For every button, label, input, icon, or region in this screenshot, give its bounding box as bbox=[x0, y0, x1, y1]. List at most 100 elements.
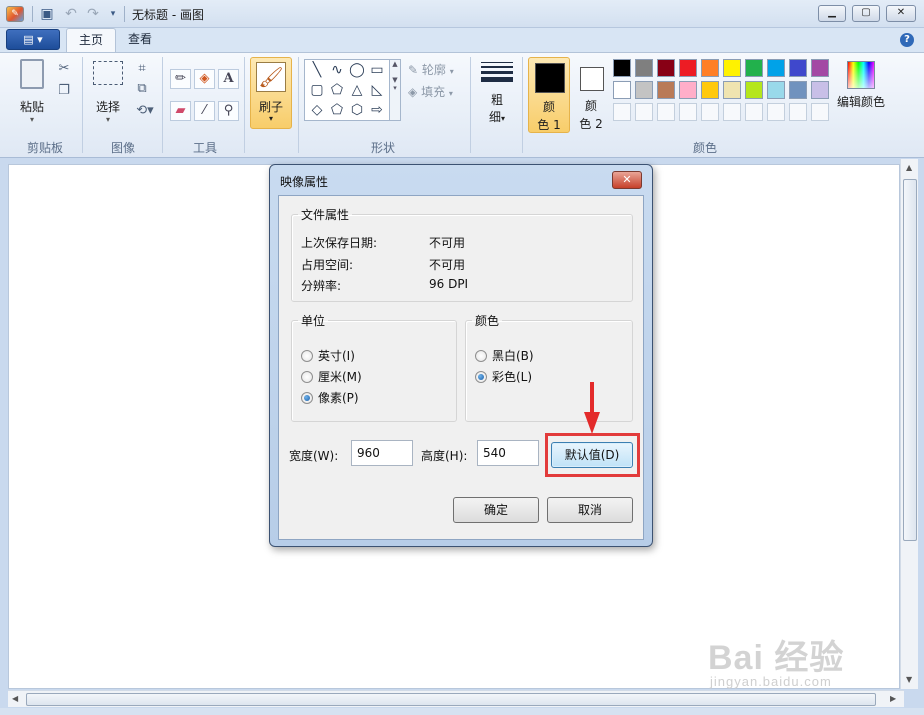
color1-button[interactable]: 颜 色 1 bbox=[528, 57, 570, 133]
palette-swatch[interactable] bbox=[701, 59, 719, 77]
oval-shape-icon[interactable]: ◯ bbox=[347, 61, 367, 79]
palette-swatch[interactable] bbox=[789, 81, 807, 99]
scroll-left-icon[interactable]: ◀ bbox=[12, 694, 18, 703]
palette-swatch[interactable] bbox=[767, 81, 785, 99]
select-button[interactable]: 选择 ▾ bbox=[90, 61, 126, 124]
rounded-rect-shape-icon[interactable]: ▢ bbox=[307, 81, 327, 99]
radio-pixels[interactable]: 像素(P) bbox=[301, 389, 359, 406]
width-input[interactable]: 960 bbox=[351, 440, 413, 466]
palette-empty-slot[interactable] bbox=[613, 103, 631, 121]
radio-color[interactable]: 彩色(L) bbox=[475, 368, 532, 385]
radio-indicator[interactable] bbox=[301, 370, 313, 383]
color-picker-icon[interactable]: ⁄ bbox=[194, 101, 215, 121]
copy-icon[interactable]: ❐ bbox=[54, 81, 74, 101]
palette-swatch[interactable] bbox=[723, 59, 741, 77]
palette-empty-slot[interactable] bbox=[679, 103, 697, 121]
customize-dropdown-icon[interactable]: ▾ bbox=[104, 5, 122, 23]
resize-icon[interactable]: ⧉ bbox=[132, 79, 152, 99]
radio-inches[interactable]: 英寸(I) bbox=[301, 347, 355, 364]
right-triangle-shape-icon[interactable]: ◺ bbox=[367, 81, 387, 99]
file-menu-button[interactable]: ▤ ▾ bbox=[6, 29, 60, 50]
edit-colors-button[interactable]: 编辑颜色 bbox=[836, 57, 886, 110]
height-input[interactable]: 540 bbox=[477, 440, 539, 466]
shapes-group-label: 形状 bbox=[370, 141, 395, 155]
radio-indicator[interactable] bbox=[475, 349, 487, 362]
dialog-close-button[interactable]: ✕ bbox=[612, 171, 642, 189]
undo-icon[interactable]: ↶ bbox=[62, 5, 80, 23]
curve-shape-icon[interactable]: ∿ bbox=[327, 61, 347, 79]
ok-button[interactable]: 确定 bbox=[453, 497, 539, 523]
color2-button[interactable]: 颜 色 2 bbox=[570, 57, 612, 133]
rotate-icon[interactable]: ⟲▾ bbox=[132, 101, 158, 121]
palette-empty-slot[interactable] bbox=[745, 103, 763, 121]
highlight-box bbox=[545, 433, 640, 477]
palette-swatch[interactable] bbox=[789, 59, 807, 77]
palette-swatch[interactable] bbox=[635, 81, 653, 99]
diamond-shape-icon[interactable]: ◇ bbox=[307, 101, 327, 119]
triangle-shape-icon[interactable]: △ bbox=[347, 81, 367, 99]
palette-empty-slot[interactable] bbox=[635, 103, 653, 121]
palette-swatch[interactable] bbox=[811, 81, 829, 99]
line-shape-icon[interactable]: ╲ bbox=[307, 61, 327, 79]
minimize-button[interactable]: ▁ bbox=[818, 5, 846, 22]
pentagon-shape-icon[interactable]: ⬠ bbox=[327, 101, 347, 119]
palette-swatch[interactable] bbox=[613, 59, 631, 77]
palette-swatch[interactable] bbox=[811, 59, 829, 77]
crop-icon[interactable]: ⌗ bbox=[132, 59, 152, 79]
paint-app-icon[interactable]: ✎ bbox=[6, 6, 24, 22]
tab-home[interactable]: 主页 bbox=[66, 28, 117, 52]
vertical-scroll-thumb[interactable] bbox=[903, 179, 917, 541]
redo-icon[interactable]: ↷ bbox=[84, 5, 102, 23]
palette-swatch[interactable] bbox=[701, 81, 719, 99]
hexagon-shape-icon[interactable]: ⬡ bbox=[347, 101, 367, 119]
close-button[interactable]: ✕ bbox=[886, 5, 916, 22]
text-tool-icon[interactable]: A bbox=[218, 69, 239, 89]
shapes-gallery: ╲ ∿ ◯ ▭ ▢ ⬠ △ ◺ ◇ ⬠ ⬡ ⇨ bbox=[304, 59, 390, 121]
palette-swatch[interactable] bbox=[679, 59, 697, 77]
scroll-up-icon[interactable]: ▲ bbox=[906, 163, 912, 172]
radio-centimeters[interactable]: 厘米(M) bbox=[301, 368, 362, 385]
rectangle-shape-icon[interactable]: ▭ bbox=[367, 61, 387, 79]
tab-view[interactable]: 查看 bbox=[116, 28, 164, 52]
eraser-icon[interactable]: ▰ bbox=[170, 101, 191, 121]
outline-button[interactable]: ✎ 轮廓 ▾ bbox=[408, 61, 454, 78]
cut-icon[interactable]: ✂ bbox=[54, 59, 74, 79]
palette-swatch[interactable] bbox=[657, 59, 675, 77]
group-separator bbox=[298, 57, 299, 153]
magnifier-icon[interactable]: ⚲ bbox=[218, 101, 239, 121]
help-icon[interactable]: ? bbox=[900, 33, 914, 47]
paste-button[interactable]: 粘贴 ▾ bbox=[14, 59, 50, 124]
radio-indicator-checked[interactable] bbox=[475, 370, 487, 383]
palette-empty-slot[interactable] bbox=[767, 103, 785, 121]
palette-empty-slot[interactable] bbox=[657, 103, 675, 121]
palette-empty-slot[interactable] bbox=[811, 103, 829, 121]
palette-swatch[interactable] bbox=[679, 81, 697, 99]
radio-black-white[interactable]: 黑白(B) bbox=[475, 347, 534, 364]
fill-button[interactable]: ◈ 填充 ▾ bbox=[408, 83, 453, 100]
pencil-icon[interactable]: ✏ bbox=[170, 69, 191, 89]
radio-indicator-checked[interactable] bbox=[301, 391, 313, 404]
palette-swatch[interactable] bbox=[767, 59, 785, 77]
palette-swatch[interactable] bbox=[657, 81, 675, 99]
radio-pixels-label: 像素(P) bbox=[318, 391, 359, 405]
palette-swatch[interactable] bbox=[745, 81, 763, 99]
arrow-shape-icon[interactable]: ⇨ bbox=[367, 101, 387, 119]
fill-bucket-icon[interactable]: ◈ bbox=[194, 69, 215, 89]
palette-swatch[interactable] bbox=[745, 59, 763, 77]
radio-indicator[interactable] bbox=[301, 349, 313, 362]
cancel-button[interactable]: 取消 bbox=[547, 497, 633, 523]
save-icon[interactable]: ▣ bbox=[38, 5, 56, 23]
scroll-down-icon[interactable]: ▼ bbox=[906, 675, 912, 684]
palette-empty-slot[interactable] bbox=[723, 103, 741, 121]
palette-empty-slot[interactable] bbox=[789, 103, 807, 121]
brushes-button[interactable]: 🖌 刷子 ▾ bbox=[250, 57, 292, 129]
palette-empty-slot[interactable] bbox=[701, 103, 719, 121]
size-button[interactable]: 粗 细▾ bbox=[476, 59, 518, 125]
vertical-scrollbar[interactable]: ▲ ▼ bbox=[900, 159, 918, 689]
shapes-scrollbar[interactable]: ▲ ▼ ▾ bbox=[389, 59, 401, 121]
palette-swatch[interactable] bbox=[635, 59, 653, 77]
maximize-button[interactable]: ▢ bbox=[852, 5, 880, 22]
palette-swatch[interactable] bbox=[723, 81, 741, 99]
palette-swatch[interactable] bbox=[613, 81, 631, 99]
polygon-shape-icon[interactable]: ⬠ bbox=[327, 81, 347, 99]
